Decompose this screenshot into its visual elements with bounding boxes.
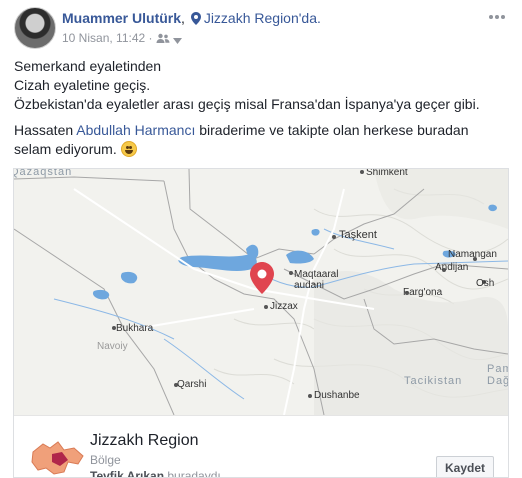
map-label-bukhara: Bukhara xyxy=(116,323,154,334)
map-label-jizzax: Jizzax xyxy=(270,301,298,312)
visitors-suffix: buradaydı xyxy=(164,469,221,478)
map-label-dushanbe: Dushanbe xyxy=(314,390,360,401)
greeting-line: Hassaten Abdullah Harmancı biraderime ve… xyxy=(14,121,509,140)
map-label-navoiy: Navoiy xyxy=(97,341,128,352)
place-name[interactable]: Jizzakh Region xyxy=(90,432,199,450)
author-separator: , xyxy=(181,10,185,26)
visitor-name[interactable]: Tevfik Arıkan xyxy=(90,469,164,477)
friends-icon[interactable] xyxy=(156,33,170,44)
map-label-shymkent: Shimkent xyxy=(366,168,408,178)
mention-link[interactable]: Abdullah Harmancı xyxy=(76,122,195,138)
map-label-maqtaaral: Maqtaaral xyxy=(294,269,339,280)
post-line: Semerkand eyaletinden xyxy=(14,58,162,74)
author-name[interactable]: Muammer Ulutürk xyxy=(62,10,181,26)
map-label-pamir-2: Dağl xyxy=(487,375,508,387)
place-info: Jizzakh Region Bölge Tevfik Arıkan burad… xyxy=(14,415,508,478)
avatar[interactable] xyxy=(14,7,56,49)
location-card[interactable]: Qazaqstan Shimkent Taşkent Namangan Andi… xyxy=(13,168,509,478)
greeting-prefix: Hassaten xyxy=(14,122,77,138)
map-marker-icon[interactable] xyxy=(250,262,274,294)
location-link[interactable]: Jizzakh Region'da. xyxy=(204,10,321,26)
region-map-thumbnail xyxy=(31,441,84,475)
post-timestamp[interactable]: 10 Nisan, 11:42 xyxy=(62,31,145,45)
grinning-face-icon xyxy=(120,141,137,157)
chevron-down-icon[interactable] xyxy=(173,38,183,44)
meta-dot: · xyxy=(148,31,153,45)
post-header: Muammer Ulutürk, Jizzakh Region'da. xyxy=(62,10,321,26)
post-text: Semerkand eyaletinden Cizah eyaletine ge… xyxy=(14,57,509,159)
place-category: Bölge xyxy=(90,453,121,467)
more-options-icon[interactable] xyxy=(488,10,508,24)
map-label-qarshi: Qarshi xyxy=(177,379,207,390)
post-card: Muammer Ulutürk, Jizzakh Region'da. 10 N… xyxy=(0,0,522,478)
post-meta: 10 Nisan, 11:42 · xyxy=(62,31,183,45)
map-label-namangan: Namangan xyxy=(448,249,497,260)
map-label-pamir: Pam xyxy=(487,363,508,375)
map-label-kazakhstan: Qazaqstan xyxy=(13,168,73,178)
map-label-tashkent: Taşkent xyxy=(339,229,377,241)
post-line: Özbekistan'da eyaletler arası geçiş misa… xyxy=(14,96,480,112)
map-label-andijan: Andijan xyxy=(435,262,469,273)
map-label-osh: Osh xyxy=(476,278,495,289)
post-line: Cizah eyaletine geçiş. xyxy=(14,77,151,93)
greeting-rest: biraderime ve takipte olan herkese burad… xyxy=(195,122,469,138)
map-label-tajikistan: Tacikistan xyxy=(404,375,463,387)
place-visitors: Tevfik Arıkan buradaydı xyxy=(90,469,221,478)
map-pin-icon xyxy=(190,12,201,25)
greeting-end: selam ediyorum. xyxy=(14,141,121,157)
map-label-fergana: Farg'ona xyxy=(403,287,443,298)
map-label-maqtaaral-2: audani xyxy=(294,280,325,291)
map-view[interactable]: Qazaqstan Shimkent Taşkent Namangan Andi… xyxy=(14,169,508,415)
greeting-line-2: selam ediyorum. xyxy=(14,140,509,159)
